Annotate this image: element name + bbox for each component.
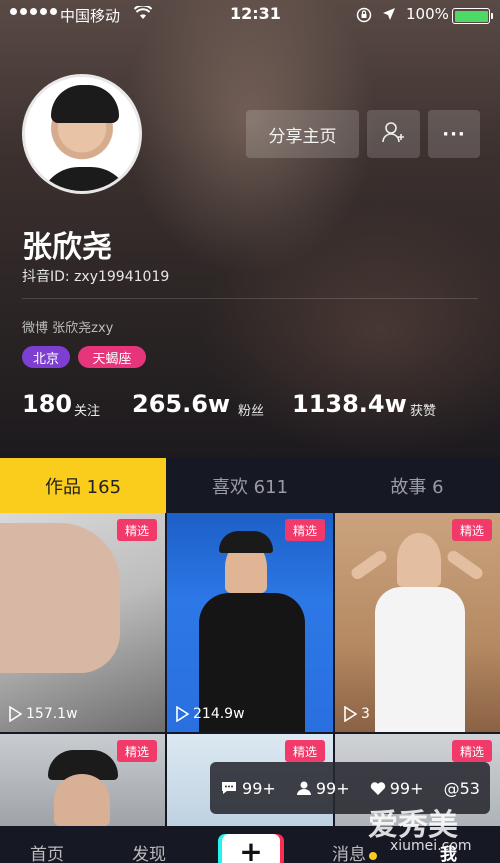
weibo-link[interactable]: 微博 张欣尧zxy xyxy=(22,317,113,336)
rotation-lock-icon xyxy=(356,7,372,27)
play-count-value: 157.1w xyxy=(26,706,78,722)
featured-badge: 精选 xyxy=(452,519,492,541)
fans-count: 99+ xyxy=(315,778,350,798)
avatar[interactable] xyxy=(22,74,142,194)
video-tile[interactable]: 精选 214.9w xyxy=(167,513,333,732)
play-icon xyxy=(344,706,357,722)
featured-badge: 精选 xyxy=(452,740,492,762)
play-count: 214.9w xyxy=(175,706,245,722)
tab-works[interactable]: 作品 165 xyxy=(0,458,166,513)
battery-icon xyxy=(452,8,493,24)
wifi-icon xyxy=(133,4,153,24)
play-count-value: 3 xyxy=(361,706,370,722)
more-options-button[interactable]: ··· xyxy=(428,110,480,158)
douyin-id: 抖音ID: zxy19941019 xyxy=(22,269,170,285)
comments-notice: 99+ xyxy=(220,779,276,798)
zodiac-tag: 天蝎座 xyxy=(78,346,146,368)
profile-name: 张欣尧 xyxy=(22,230,112,265)
create-video-button[interactable]: + xyxy=(222,834,280,863)
featured-badge: 精选 xyxy=(117,740,157,762)
tab-stories[interactable]: 故事 6 xyxy=(334,458,500,513)
featured-badge: 精选 xyxy=(285,740,325,762)
likes-label: 获赞 xyxy=(410,404,437,419)
add-user-icon xyxy=(381,120,407,148)
mentions-notice: @53 xyxy=(444,779,480,798)
city-tag: 北京 xyxy=(22,346,70,368)
play-count: 157.1w xyxy=(8,706,78,722)
video-tile[interactable]: 精选 157.1w xyxy=(0,513,165,732)
nav-home[interactable]: 首页 xyxy=(30,840,64,863)
content-tabs: 作品 165 喜欢 611 故事 6 xyxy=(0,458,500,513)
mentions-count: @53 xyxy=(443,778,480,798)
clock: 12:31 xyxy=(230,4,281,23)
likes-notice: 99+ xyxy=(370,778,424,798)
nav-discover[interactable]: 发现 xyxy=(132,840,166,863)
status-bar: 中国移动 12:31 100% xyxy=(0,0,500,30)
play-icon xyxy=(9,706,22,722)
play-icon xyxy=(176,706,189,722)
battery-percentage: 100% xyxy=(406,5,449,23)
location-arrow-icon xyxy=(382,7,396,25)
followers-count[interactable]: 265.6w xyxy=(132,390,230,418)
followers-label[interactable]: 粉丝 xyxy=(238,400,264,419)
share-profile-button[interactable]: 分享主页 xyxy=(246,110,359,158)
add-friend-button[interactable] xyxy=(367,110,420,158)
following-label[interactable]: 关注 xyxy=(74,400,100,419)
heart-icon xyxy=(370,781,385,795)
nav-messages[interactable]: 消息 xyxy=(332,840,366,863)
featured-badge: 精选 xyxy=(285,519,325,541)
following-count[interactable]: 180 xyxy=(22,390,72,418)
likes-count: 1138.4w xyxy=(292,390,407,418)
unread-dot xyxy=(369,852,377,860)
featured-badge: 精选 xyxy=(117,519,157,541)
play-count: 3 xyxy=(343,706,370,722)
comment-icon xyxy=(222,782,237,794)
video-tile[interactable]: 精选 xyxy=(0,734,165,826)
fans-notice: 99+ xyxy=(296,779,350,798)
play-count-value: 214.9w xyxy=(193,706,245,722)
carrier-name: 中国移动 xyxy=(60,7,121,25)
signal-strength-icon xyxy=(10,8,57,15)
divider xyxy=(22,298,478,299)
video-tile[interactable]: 精选 3 xyxy=(335,513,500,732)
comments-count: 99+ xyxy=(242,778,276,798)
watermark-url: xiumei.com xyxy=(390,838,472,854)
user-icon xyxy=(296,781,311,795)
likes-notice-count: 99+ xyxy=(389,778,424,798)
tab-likes[interactable]: 喜欢 611 xyxy=(166,458,334,513)
